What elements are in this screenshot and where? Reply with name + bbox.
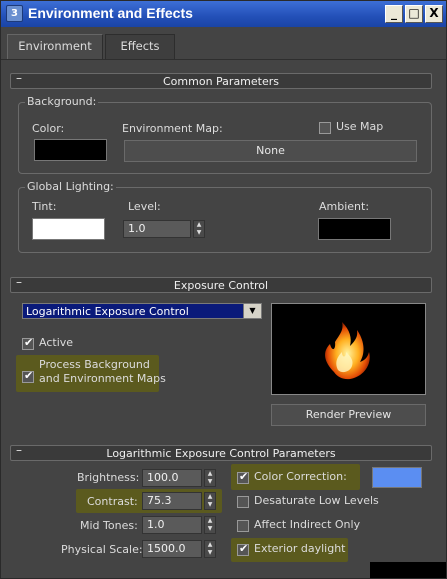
level-field[interactable]: 1.0	[123, 220, 191, 238]
contrast-field[interactable]: 75.3	[142, 492, 202, 510]
close-button[interactable]: X	[425, 5, 443, 23]
color-correction-swatch[interactable]	[372, 467, 422, 488]
physical-scale-label: Physical Scale:	[61, 543, 143, 556]
active-label: Active	[39, 336, 74, 349]
tab-divider	[1, 59, 446, 60]
use-map-checkbox[interactable]	[319, 122, 331, 134]
affect-indirect-checkbox[interactable]	[237, 520, 249, 532]
exposure-control-dropdown[interactable]: Logarithmic Exposure Control ▼	[22, 303, 262, 319]
process-background-checkbox[interactable]	[22, 369, 34, 383]
spinner-arrows-icon[interactable]: ▲ ▼	[204, 540, 216, 558]
tab-environment[interactable]: Environment	[7, 34, 103, 59]
spinner-arrows-icon[interactable]: ▲ ▼	[204, 469, 216, 487]
brightness-label: Brightness:	[77, 471, 140, 484]
spinner-arrows-icon[interactable]: ▲ ▼	[204, 492, 216, 510]
contrast-label: Contrast:	[87, 495, 138, 508]
active-checkbox[interactable]	[22, 336, 34, 350]
desaturate-checkbox[interactable]	[237, 496, 249, 508]
chevron-down-icon[interactable]: ▼	[243, 304, 261, 318]
common-parameters-rollout[interactable]: – Common Parameters	[10, 71, 432, 89]
tint-label: Tint:	[32, 200, 57, 213]
rollout-title: Logarithmic Exposure Control Parameters	[106, 447, 336, 460]
mid-tones-field[interactable]: 1.0	[142, 516, 202, 534]
app-icon: 3	[6, 5, 23, 22]
minimize-button[interactable]: _	[385, 5, 403, 23]
dropdown-value: Logarithmic Exposure Control	[26, 305, 189, 318]
spinner-arrows-icon[interactable]: ▲ ▼	[193, 220, 205, 238]
ambient-color-swatch[interactable]	[318, 218, 391, 240]
ambient-label: Ambient:	[319, 200, 370, 213]
exposure-preview	[271, 303, 426, 395]
log-exposure-params-rollout[interactable]: – Logarithmic Exposure Control Parameter…	[10, 443, 432, 461]
render-preview-button[interactable]: Render Preview	[271, 404, 426, 426]
bottom-corner-shadow	[370, 562, 446, 578]
window-title: Environment and Effects	[28, 5, 193, 21]
exposure-control-rollout[interactable]: – Exposure Control	[10, 275, 432, 293]
brightness-field[interactable]: 100.0	[142, 469, 202, 487]
mid-tones-label: Mid Tones:	[80, 519, 138, 532]
exterior-daylight-checkbox[interactable]	[237, 542, 249, 556]
level-label: Level:	[128, 200, 161, 213]
color-correction-checkbox[interactable]	[237, 470, 249, 484]
background-color-swatch[interactable]	[34, 139, 107, 161]
tint-color-swatch[interactable]	[32, 218, 105, 240]
title-bar[interactable]: 3 Environment and Effects _ □ X	[1, 1, 446, 27]
process-background-label: Process Background	[39, 358, 150, 371]
tab-effects[interactable]: Effects	[105, 34, 175, 59]
background-group	[18, 102, 432, 174]
exterior-daylight-label: Exterior daylight	[254, 542, 346, 555]
environment-map-button[interactable]: None	[124, 140, 417, 162]
background-group-label: Background:	[25, 95, 99, 108]
desaturate-label: Desaturate Low Levels	[254, 494, 379, 507]
process-background-label-line2: and Environment Maps	[39, 372, 166, 385]
affect-indirect-label: Affect Indirect Only	[254, 518, 361, 531]
environment-map-label: Environment Map:	[122, 122, 223, 135]
fire-preview-image	[325, 322, 370, 380]
rollout-title: Common Parameters	[163, 75, 279, 88]
color-correction-label: Color Correction:	[254, 470, 347, 483]
environment-effects-window: 3 Environment and Effects _ □ X Environm…	[0, 0, 447, 579]
color-label: Color:	[32, 122, 65, 135]
rollout-title: Exposure Control	[173, 279, 269, 292]
maximize-button[interactable]: □	[405, 5, 423, 23]
global-lighting-group-label: Global Lighting:	[25, 180, 116, 193]
physical-scale-field[interactable]: 1500.0	[142, 540, 202, 558]
use-map-label: Use Map	[336, 120, 384, 133]
spinner-arrows-icon[interactable]: ▲ ▼	[204, 516, 216, 534]
